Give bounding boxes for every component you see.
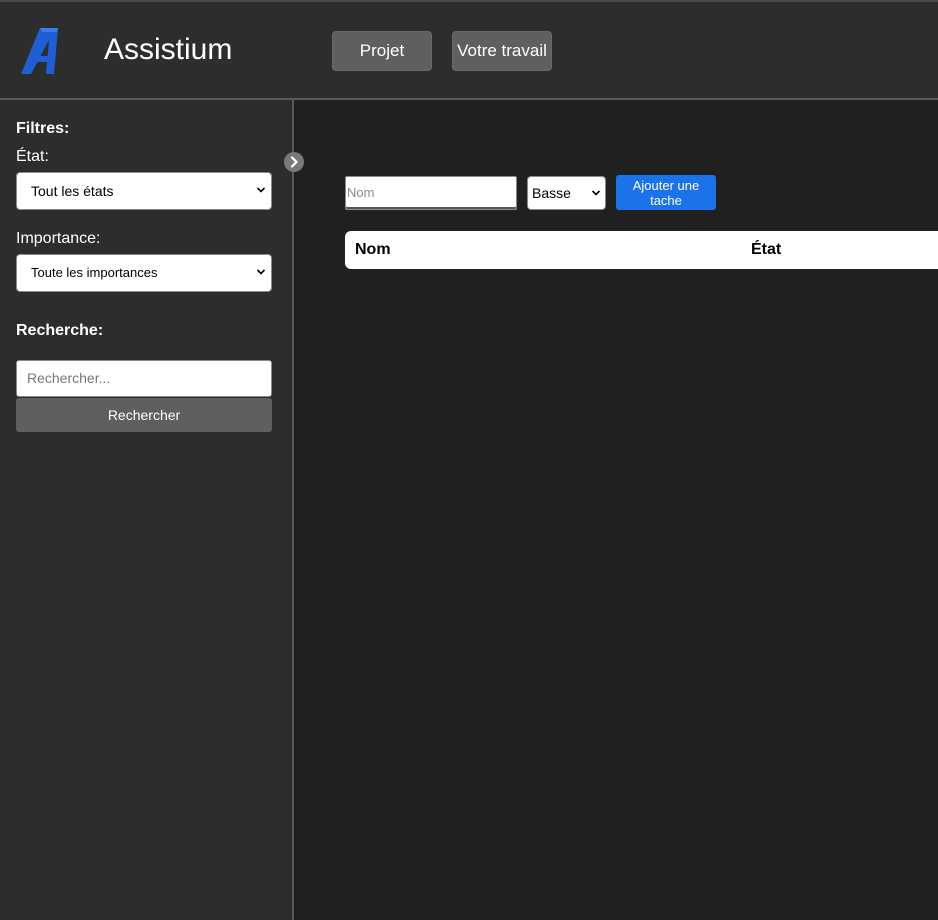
- task-table-header: Nom État: [345, 231, 938, 269]
- state-label: État:: [16, 148, 49, 165]
- column-header-etat[interactable]: État: [751, 231, 781, 269]
- sidebar-toggle-button[interactable]: [284, 152, 304, 172]
- add-task-button[interactable]: Ajouter une tache: [616, 175, 716, 210]
- task-name-placeholder: Nom: [347, 185, 375, 200]
- filters-sidebar: Filtres: État: Tout les états Importance…: [0, 100, 294, 920]
- nav-projet-button[interactable]: Projet: [332, 31, 432, 71]
- chevron-right-icon: [290, 156, 299, 168]
- chevron-down-icon: [257, 269, 265, 275]
- priority-select[interactable]: Basse: [527, 176, 606, 210]
- importance-label: Importance:: [16, 230, 101, 247]
- nav-votre-travail-button[interactable]: Votre travail: [452, 31, 552, 71]
- task-name-input[interactable]: Nom: [345, 176, 517, 210]
- priority-select-value: Basse: [532, 185, 571, 201]
- search-placeholder: Rechercher...: [27, 370, 111, 386]
- column-header-nom[interactable]: Nom: [355, 231, 391, 269]
- chevron-down-icon: [592, 190, 600, 196]
- state-select-value: Tout les états: [31, 183, 114, 199]
- app-title: Assistium: [104, 33, 233, 66]
- search-input[interactable]: Rechercher...: [16, 360, 272, 397]
- assistium-logo-icon[interactable]: [18, 26, 60, 76]
- importance-select-value: Toute les importances: [31, 265, 158, 280]
- search-button[interactable]: Rechercher: [16, 398, 272, 432]
- importance-select[interactable]: Toute les importances: [16, 254, 272, 292]
- chevron-down-icon: [257, 187, 265, 193]
- filters-heading: Filtres:: [16, 120, 70, 137]
- top-header: Assistium Projet Votre travail: [0, 2, 938, 100]
- state-select[interactable]: Tout les états: [16, 172, 272, 210]
- search-heading: Recherche:: [16, 322, 104, 339]
